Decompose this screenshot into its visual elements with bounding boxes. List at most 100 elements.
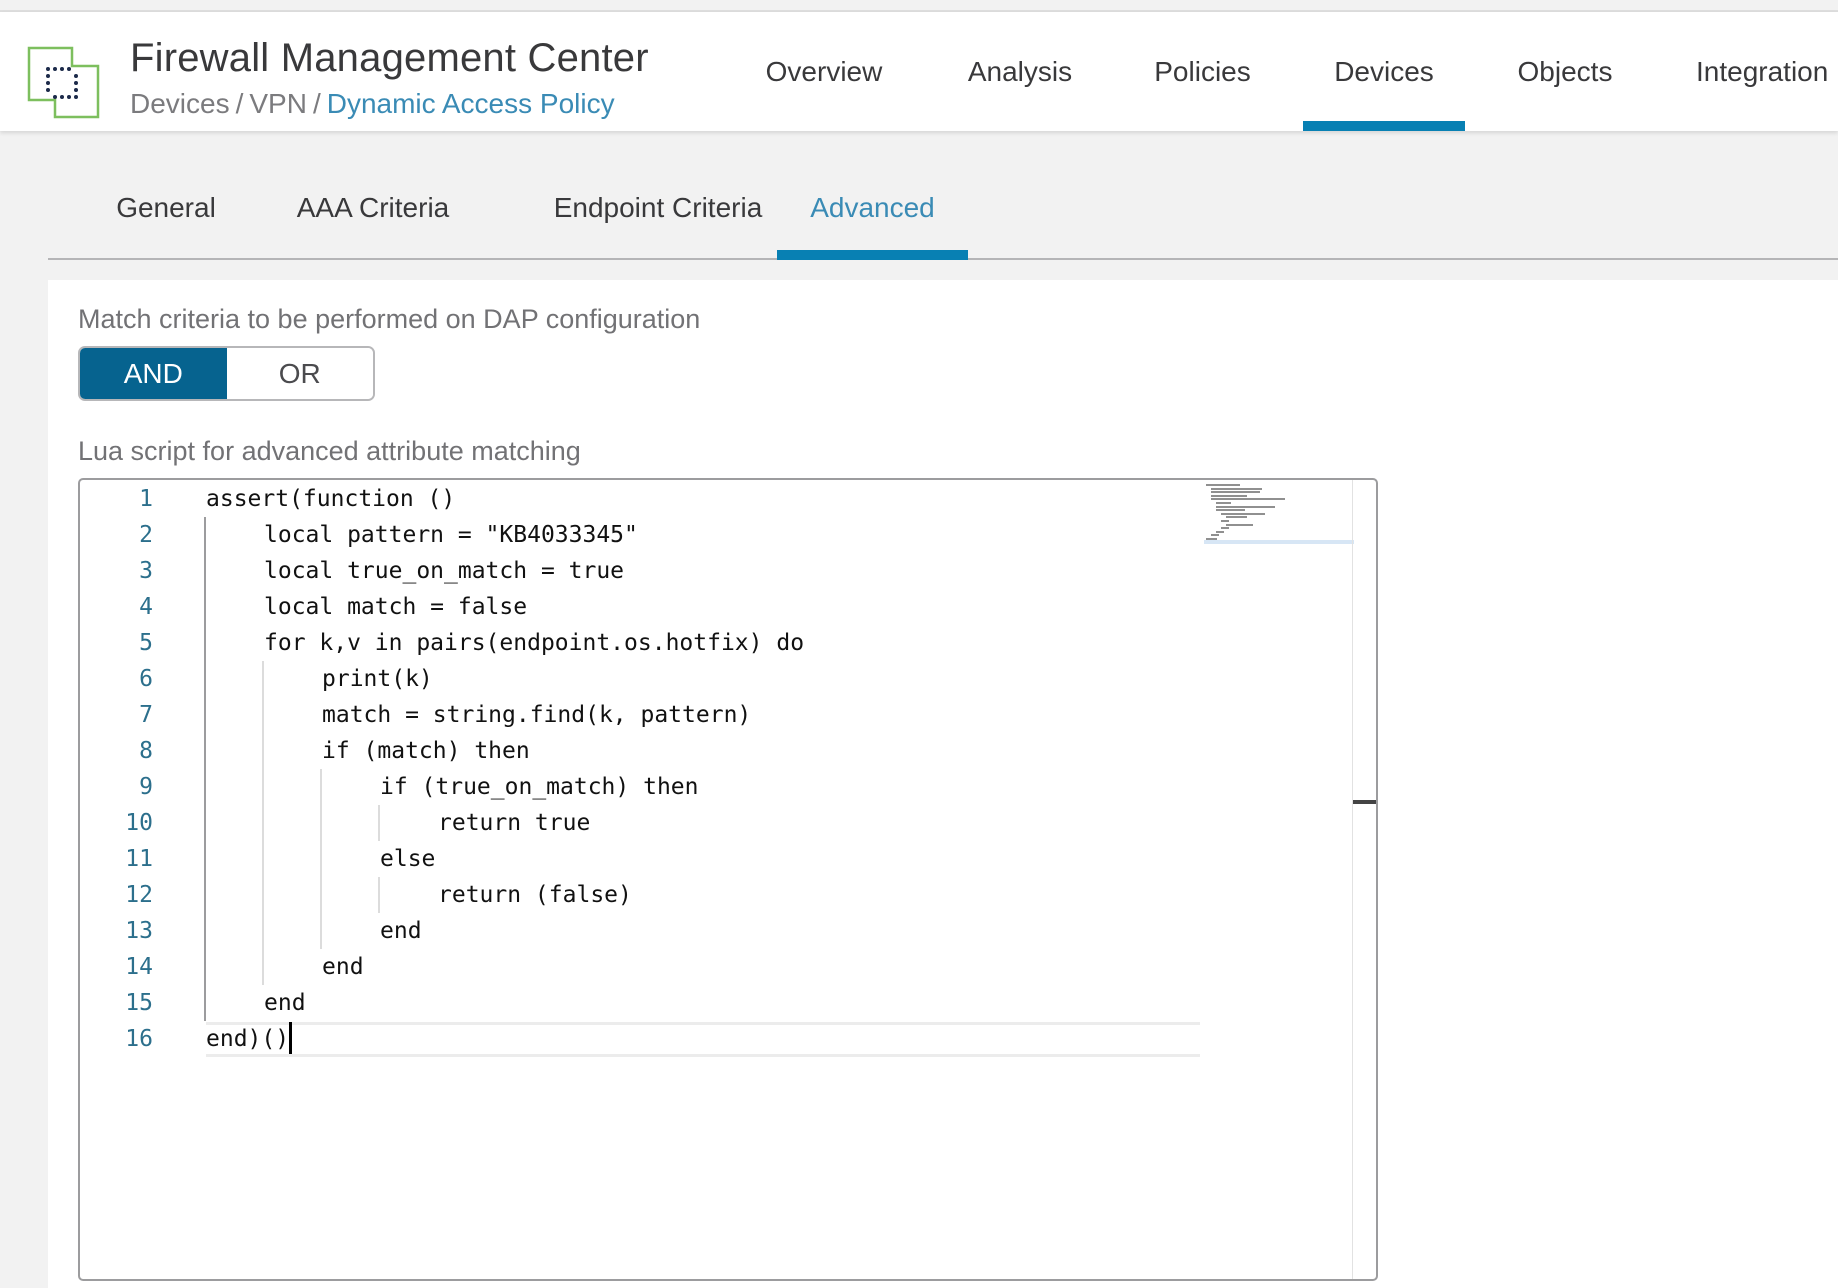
app-header: Firewall Management Center Devices / VPN / D… [0,12,1838,131]
code-line[interactable]: return true [438,805,590,841]
indent-guide [378,877,380,913]
code-line[interactable]: print(k) [322,661,433,697]
code-line[interactable]: local match = false [264,589,527,625]
code-line[interactable]: else [380,841,435,877]
code-text: end [264,990,306,1016]
breadcrumb-item-devices[interactable]: Devices [130,88,230,119]
scrollbar-cursor-marker [1353,800,1376,804]
minimap-line [1216,509,1245,512]
line-number: 5 [139,630,153,656]
nav-devices[interactable]: Devices [1303,12,1465,131]
minimap-line [1206,538,1218,540]
code-text: assert(function () [206,486,456,512]
minimap-line [1221,527,1229,530]
code-line[interactable]: end [380,913,422,949]
code-line[interactable]: local true_on_match = true [264,553,624,589]
code-line[interactable]: return (false) [438,877,632,913]
line-number: 2 [139,522,153,548]
line-number: 1 [139,486,153,512]
line-number: 7 [139,702,153,728]
minimap-line [1211,494,1248,497]
minimap-line [1216,505,1275,508]
line-number: 15 [125,990,153,1016]
code-text: return true [438,810,591,836]
code-line[interactable]: end [322,949,364,985]
nav-policies[interactable]: Policies [1120,12,1285,131]
code-line[interactable]: end [264,985,306,1021]
code-line[interactable]: if (match) then [322,733,530,769]
fmc-logo-icon [27,46,100,119]
line-number: 4 [139,594,153,620]
text-cursor [289,1021,293,1054]
line-number: 12 [125,882,153,908]
breadcrumb-separator: / [312,88,321,119]
indent-guide [378,805,380,841]
code-line[interactable]: for k,v in pairs(endpoint.os.hotfix) do [264,625,804,661]
nav-objects[interactable]: Objects [1500,12,1630,131]
line-number: 13 [125,918,153,944]
code-line[interactable]: end)() [206,1021,293,1057]
and-option-button[interactable]: AND [80,348,227,399]
breadcrumb-current: Dynamic Access Policy [326,88,615,119]
tab-aaa-criteria[interactable]: AAA Criteria [268,180,478,258]
code-text: match = string.find(k, pattern) [322,702,752,728]
app-title: Firewall Management Center [130,36,649,80]
match-criteria-toggle: AND OR [78,346,375,401]
code-line[interactable]: match = string.find(k, pattern) [322,697,751,733]
indent-guide [262,661,264,985]
code-text: if (true_on_match) then [380,774,699,800]
code-text: local pattern = "KB4033345" [264,522,638,548]
minimap-line [1211,534,1219,537]
minimap-line [1211,498,1286,501]
code-text: end [380,918,422,944]
minimap-line [1216,502,1232,504]
nav-analysis[interactable]: Analysis [940,12,1100,131]
tab-general[interactable]: General [98,180,234,258]
policy-tabs: General AAA Criteria Endpoint Criteria A… [48,180,1838,260]
minimap-line [1226,516,1247,519]
indent-guide [204,517,206,1021]
or-option-button[interactable]: OR [226,348,373,399]
line-number: 9 [139,774,153,800]
code-text: if (match) then [322,738,530,764]
code-text: else [380,846,436,872]
nav-overview[interactable]: Overview [740,12,908,131]
tab-endpoint-criteria[interactable]: Endpoint Criteria [508,180,808,258]
lua-script-label: Lua script for advanced attribute matchi… [78,436,581,466]
line-number: 10 [125,810,153,836]
code-text: end)() [206,1026,290,1052]
minimap-line [1221,512,1265,515]
line-number: 3 [139,558,153,584]
minimap-line [1221,520,1229,522]
breadcrumb-separator: / [235,88,244,119]
breadcrumb: Devices / VPN / Dynamic Access Policy [130,88,615,120]
breadcrumb-item-vpn[interactable]: VPN [249,88,307,119]
lua-script-editor[interactable]: 1 assert(function () 2 local pattern = "KB4… [78,478,1378,1281]
minimap-line [1206,484,1241,486]
tab-advanced[interactable]: Advanced [777,180,968,260]
code-text: return (false) [438,882,632,908]
minimap-line [1211,487,1263,490]
line-number: 14 [125,954,153,980]
code-line[interactable]: local pattern = "KB4033345" [264,517,638,553]
minimap-line [1211,491,1261,494]
code-minimap[interactable] [1204,480,1352,550]
line-number: 8 [139,738,153,764]
minimap-line [1226,523,1253,526]
code-text: local true_on_match = true [264,558,625,584]
minimap-line [1216,530,1224,533]
line-number: 6 [139,666,153,692]
code-line[interactable]: assert(function () [206,481,455,517]
editor-scrollbar[interactable] [1352,480,1376,1279]
line-number: 11 [125,846,153,872]
indent-guide [320,769,322,949]
code-line[interactable]: if (true_on_match) then [380,769,699,805]
code-text: local match = false [264,594,528,620]
line-number: 16 [125,1026,153,1052]
current-line-highlight [206,1022,1200,1057]
nav-integration[interactable]: Integration [1680,12,1838,131]
code-text: print(k) [322,666,433,692]
match-criteria-label: Match criteria to be performed on DAP co… [78,304,701,334]
code-text: end [322,954,364,980]
code-text: for k,v in pairs(endpoint.os.hotfix) do [264,630,805,656]
